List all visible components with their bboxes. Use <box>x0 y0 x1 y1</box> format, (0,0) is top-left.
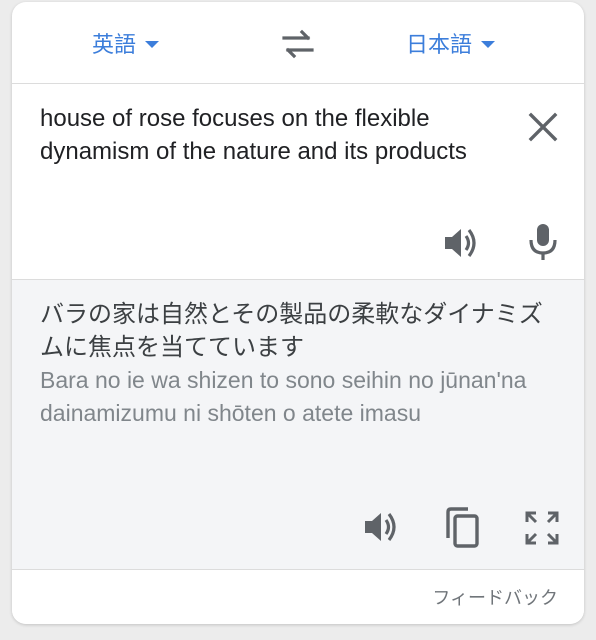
language-bar: 英語 日本語 <box>12 2 584 84</box>
speaker-icon <box>445 229 476 257</box>
swap-icon <box>282 29 314 59</box>
romanization-text: Bara no ie wa shizen to sono seihin no j… <box>40 367 527 426</box>
microphone-icon <box>529 224 557 260</box>
source-text[interactable]: house of rose focuses on the flexible dy… <box>40 102 500 168</box>
fullscreen-icon <box>525 511 559 545</box>
dropdown-caret-icon <box>481 41 496 48</box>
swap-languages-button[interactable] <box>276 24 320 64</box>
voice-input-button[interactable] <box>526 222 560 262</box>
source-language-selector[interactable]: 英語 <box>92 28 160 58</box>
speaker-icon <box>365 513 396 541</box>
copy-icon <box>446 507 479 548</box>
fullscreen-button[interactable] <box>524 510 560 546</box>
clear-input-button[interactable] <box>526 110 560 144</box>
footer: フィードバック <box>12 570 584 624</box>
feedback-link[interactable]: フィードバック <box>432 584 558 610</box>
dropdown-caret-icon <box>145 41 160 48</box>
copy-translation-button[interactable] <box>442 506 482 550</box>
listen-source-button[interactable] <box>442 224 482 262</box>
target-language-selector[interactable]: 日本語 <box>406 28 496 58</box>
translation-result-area: バラの家は自然とその製品の柔軟なダイナミズムに焦点を当てています Bara no… <box>12 280 584 570</box>
listen-translation-button[interactable] <box>362 508 402 546</box>
source-input-area[interactable]: house of rose focuses on the flexible dy… <box>12 84 584 280</box>
target-language-label: 日本語 <box>406 33 473 58</box>
source-language-label: 英語 <box>92 33 137 58</box>
close-icon <box>528 112 558 142</box>
translate-card: 英語 日本語 house of rose focuses on the flex… <box>12 2 584 624</box>
translated-text: バラの家は自然とその製品の柔軟なダイナミズムに焦点を当てています <box>40 300 543 361</box>
